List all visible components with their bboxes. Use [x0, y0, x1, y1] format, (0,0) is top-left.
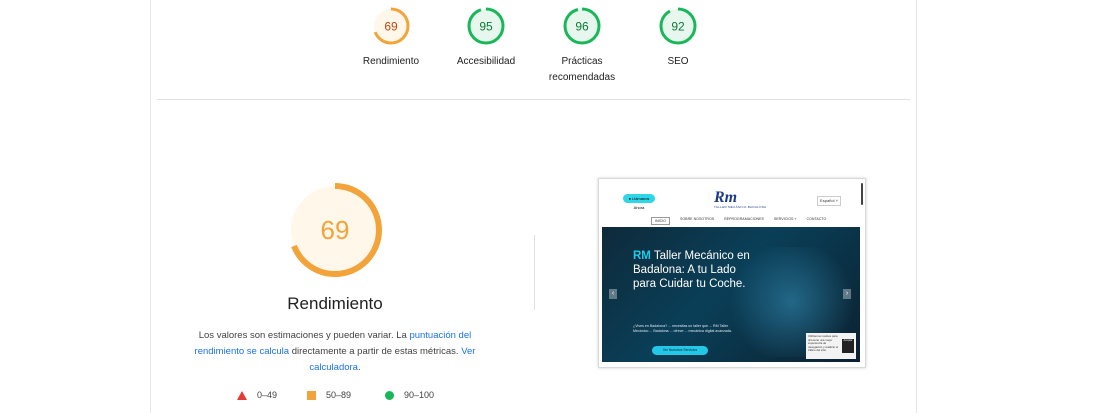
site-header: ● Llámanos Ahora Rm TALLER MECÁNICO BADA… [599, 179, 865, 227]
gauge-label: SEO [667, 56, 689, 67]
section-divider [157, 99, 910, 100]
gauge-label: Prácticas recomendadas [548, 56, 616, 83]
gauge-score: 96 [575, 20, 589, 34]
legend-item-pass: 90–100 [385, 390, 434, 400]
legend-range: 0–49 [257, 390, 278, 400]
cookie-notice: Utilizamos cookies para ofrecerte una me… [806, 333, 856, 359]
square-icon [307, 390, 316, 400]
circle-icon [385, 390, 394, 400]
gauge-performance[interactable]: 69 Rendimiento [341, 6, 441, 70]
chevron-left-icon: ‹ [609, 289, 617, 299]
category-gauges: 69 Rendimiento 95 Accesibilidad 96 Práct… [151, 0, 916, 100]
main-score-title: Rendimiento [287, 294, 383, 313]
report-panel: 69 Rendimiento 95 Accesibilidad 96 Práct… [150, 0, 917, 413]
gauge-accessibility-ring: 95 [467, 7, 505, 45]
page-screenshot-thumbnail[interactable]: ● Llámanos Ahora Rm TALLER MECÁNICO BADA… [598, 178, 866, 368]
score-description: Los valores son estimaciones y pueden va… [189, 328, 481, 376]
main-gauge-score: 69 [321, 215, 350, 245]
report-page: 69 Rendimiento 95 Accesibilidad 96 Práct… [0, 0, 1103, 413]
gauge-seo[interactable]: 92 SEO [628, 6, 728, 70]
desc-text-2: directamente a partir de estas métricas. [289, 346, 462, 357]
hero-brand: RM [633, 250, 651, 262]
site-nav-item: INICIO [651, 217, 670, 225]
gauge-score: 69 [384, 20, 398, 34]
gauge-performance-ring: 69 [372, 7, 410, 45]
gauge-best-practices[interactable]: 96 Prácticas recomendadas [532, 6, 632, 86]
legend-range: 90–100 [404, 390, 435, 400]
site-logo-subtitle: TALLER MECÁNICO BADALONA [714, 205, 767, 209]
score-legend: 0–49 50–89 90–100 [231, 390, 451, 406]
desc-text-1: Los valores son estimaciones y pueden va… [198, 330, 410, 341]
language-select: Español ˅ [817, 196, 841, 206]
gauge-label: Rendimiento [362, 56, 420, 67]
site-nav-item: SOBRE NOSOTROS [679, 217, 715, 221]
site-nav-item: CONTACTO [806, 217, 827, 221]
gauge-accessibility[interactable]: 95 Accesibilidad [436, 6, 536, 70]
triangle-icon [237, 390, 247, 400]
site-hero: RM Taller Mecánico en Badalona: A tu Lad… [602, 227, 860, 362]
thumbnail-scrollbar [861, 183, 863, 205]
gauge-seo-ring: 92 [659, 7, 697, 45]
cookie-text: Utilizamos cookies para ofrecerte una me… [808, 334, 839, 353]
site-nav: INICIO SOBRE NOSOTROS REPROGRAMACIONES S… [651, 217, 826, 225]
hero-title-text: Taller Mecánico en Badalona: A tu Lado p… [633, 250, 750, 290]
gauge-score: 95 [479, 20, 493, 34]
hero-button: Ver Nuestros Servicios [652, 346, 708, 355]
gauge-best-practices-ring: 96 [563, 7, 601, 45]
legend-range: 50–89 [326, 390, 352, 400]
main-gauge-ring: 69 [288, 183, 382, 277]
gauge-label: Accesibilidad [456, 56, 516, 67]
call-pill: ● Llámanos Ahora [623, 194, 655, 210]
desc-text-3: . [357, 362, 361, 373]
site-nav-item: REPROGRAMACIONES [724, 217, 764, 221]
hero-title: RM Taller Mecánico en Badalona: A tu Lad… [633, 249, 753, 291]
hero-subtitle: ¿Vives en Badalona? ... necesitas un tal… [633, 324, 732, 333]
site-nav-item: SERVICIOS ˅ [773, 217, 797, 221]
gauge-score: 92 [671, 20, 685, 34]
legend-item-fail: 0–49 [237, 390, 277, 400]
vertical-divider [534, 235, 535, 310]
main-score-gauge: 69 [285, 180, 385, 280]
cookie-accept-button: Aceptar [842, 339, 854, 353]
chevron-right-icon: › [843, 289, 851, 299]
legend-item-average: 50–89 [307, 390, 351, 400]
